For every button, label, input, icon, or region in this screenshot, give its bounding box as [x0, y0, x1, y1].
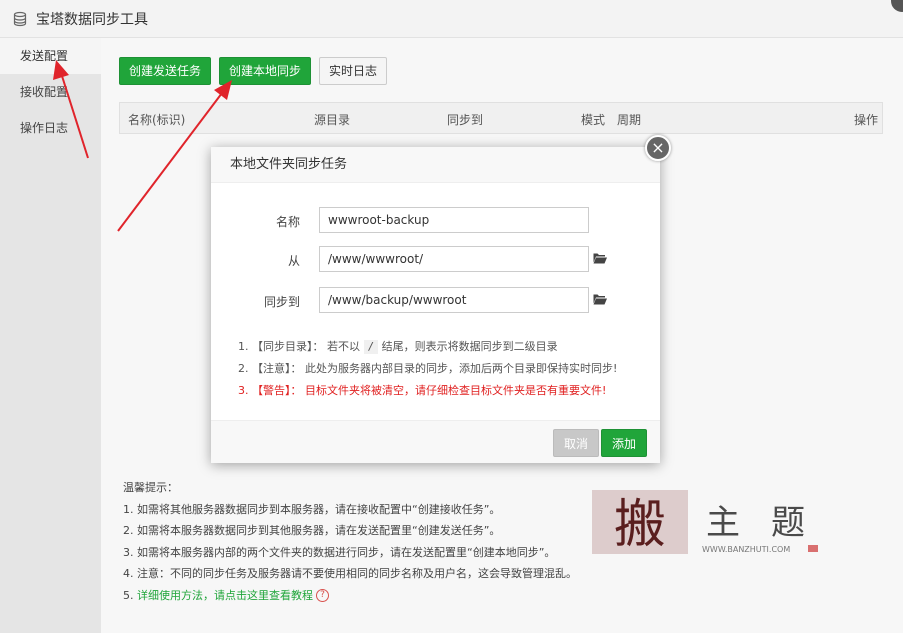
target-label: 同步到	[263, 295, 300, 309]
note-attention: 2. 【注意】： 此处为服务器内部目录的同步，添加后两个目录即保持实时同步!	[238, 362, 618, 375]
note-sync-dir: 1. 【同步目录】： 若不以 / 结尾，则表示将数据同步到二级目录	[238, 336, 617, 358]
from-label: 从	[287, 254, 300, 268]
note-slash-code: /	[363, 340, 379, 354]
name-label: 名称	[275, 215, 300, 229]
dialog-title: 本地文件夹同步任务	[211, 147, 660, 183]
form-row-from: 从	[211, 246, 660, 272]
dialog-footer: 取消 添加	[211, 420, 660, 463]
form-row-name: 名称	[211, 207, 660, 233]
note-sync-dir-suffix: 结尾，则表示将数据同步到二级目录	[381, 340, 558, 353]
note-warning: 3. 【警告】： 目标文件夹将被清空，请仔细检查目标文件夹是否有重要文件!	[238, 384, 607, 397]
add-button[interactable]: 添加	[601, 429, 648, 457]
note-sync-dir-prefix: 1. 【同步目录】： 若不以	[238, 340, 360, 353]
source-path-input[interactable]	[319, 246, 589, 272]
folder-open-icon[interactable]	[593, 252, 607, 264]
folder-open-icon[interactable]	[593, 293, 607, 305]
target-path-input[interactable]	[319, 287, 589, 313]
dialog-close-icon[interactable]: ×	[645, 135, 671, 161]
dialog-notes: 1. 【同步目录】： 若不以 / 结尾，则表示将数据同步到二级目录 2. 【注意…	[238, 336, 617, 402]
name-input[interactable]	[319, 207, 589, 233]
form-row-target: 同步到	[211, 287, 660, 313]
cancel-button[interactable]: 取消	[553, 429, 600, 457]
local-sync-dialog: 本地文件夹同步任务 × 名称 从 同步到 1. 【同步目录】： 若不以 / 结尾…	[211, 135, 671, 463]
